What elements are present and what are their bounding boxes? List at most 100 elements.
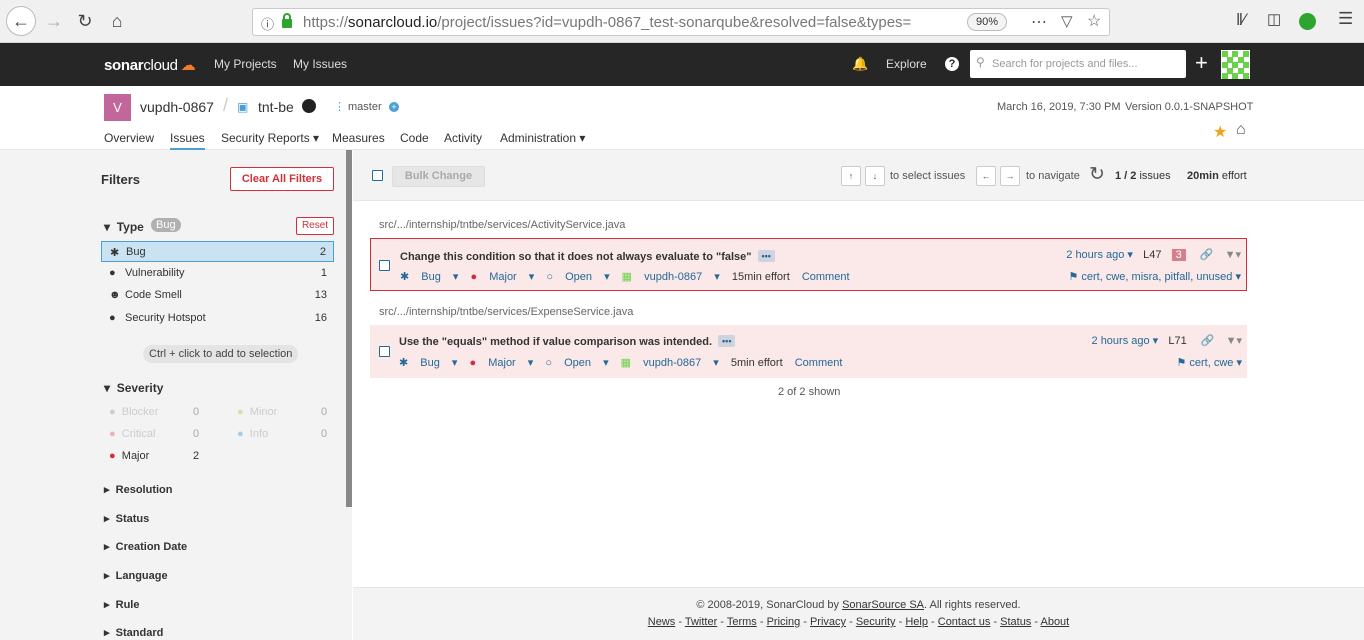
nav-explore[interactable]: Explore [886, 57, 927, 71]
footer-link-security[interactable]: Security [856, 616, 896, 628]
facet-creation-date-header[interactable]: ▸ Creation Date [104, 540, 187, 553]
facet-severity-header[interactable]: ▾ Severity [104, 381, 163, 395]
facet-rule-header[interactable]: ▸ Rule [104, 598, 139, 611]
home-project-icon[interactable]: ⌂ [1236, 121, 1246, 139]
issue-message[interactable]: Use the "equals" method if value compari… [399, 335, 736, 348]
footer-link-status[interactable]: Status [1000, 616, 1031, 628]
component-path[interactable]: src/.../internship/tntbe/services/Activi… [379, 219, 625, 231]
permalink-icon[interactable]: 🔗 [1201, 335, 1215, 347]
nav-my-projects[interactable]: My Projects [214, 57, 277, 71]
user-avatar[interactable] [1221, 50, 1250, 79]
issue-assignee-dropdown[interactable]: ▦ vupdh-0867 ▾ [621, 357, 719, 369]
footer-link-contact[interactable]: Contact us [938, 616, 991, 628]
organization-link[interactable]: vupdh-0867 [140, 99, 214, 115]
facet-type-header[interactable]: ▾ Type [104, 220, 144, 234]
facet-type-vulnerability[interactable]: ● Vulnerability 1 [101, 263, 334, 284]
issue-checkbox[interactable] [379, 260, 390, 271]
sidebar-toggle-icon[interactable]: ◫ [1267, 10, 1281, 28]
component-path[interactable]: src/.../internship/tntbe/services/Expens… [379, 306, 633, 318]
issue-age[interactable]: 2 hours ago ▾ [1066, 249, 1133, 261]
back-icon[interactable]: ← [6, 6, 36, 36]
select-all-checkbox[interactable] [372, 170, 383, 181]
zoom-level[interactable]: 90% [967, 13, 1008, 31]
issue-locations-badge[interactable]: 3 [1171, 249, 1186, 261]
info-icon[interactable]: ⓘ [261, 14, 274, 33]
tab-code[interactable]: Code [400, 131, 429, 145]
sonarsource-link[interactable]: SonarSource SA [842, 599, 924, 611]
tab-administration[interactable]: Administration ▾ [500, 131, 585, 145]
tab-overview[interactable]: Overview [104, 131, 154, 145]
type-reset-button[interactable]: Reset [296, 217, 334, 235]
issue-severity-dropdown[interactable]: ● Major ▾ [471, 271, 535, 283]
notifications-bell-icon[interactable]: 🔔 [852, 56, 868, 72]
footer-link-twitter[interactable]: Twitter [685, 616, 717, 628]
footer-link-news[interactable]: News [648, 616, 676, 628]
footer-link-about[interactable]: About [1040, 616, 1069, 628]
nav-my-issues[interactable]: My Issues [293, 57, 347, 71]
footer-link-help[interactable]: Help [905, 616, 928, 628]
issue-card[interactable]: Change this condition so that it does no… [370, 238, 1247, 291]
branch-name[interactable]: master [348, 101, 382, 113]
help-icon[interactable]: ? [945, 57, 959, 71]
reload-issues-icon[interactable]: ↻ [1089, 163, 1105, 186]
extension-icon[interactable] [1299, 13, 1316, 30]
github-icon[interactable] [302, 99, 316, 113]
facet-severity-major[interactable]: ● Major [109, 450, 149, 462]
home-icon[interactable]: ⌂ [104, 8, 130, 34]
sidebar-scrollbar[interactable] [346, 150, 352, 507]
facet-type-code-smell[interactable]: ☻ Code Smell 13 [101, 285, 334, 306]
branch-add-icon[interactable]: + [389, 102, 399, 112]
issue-comment-link[interactable]: Comment [802, 271, 850, 283]
tab-security-reports[interactable]: Security Reports ▾ [221, 131, 319, 145]
issue-comment-link[interactable]: Comment [795, 357, 843, 369]
bookmark-star-icon[interactable]: ☆ [1087, 11, 1101, 31]
more-icon[interactable]: ••• [718, 335, 736, 347]
favorite-star-icon[interactable]: ★ [1213, 122, 1227, 142]
issue-tags[interactable]: ⚑ cert, cwe ▾ [1176, 356, 1242, 369]
filter-similar-icon[interactable]: ▼▾ [1226, 335, 1242, 347]
clear-all-filters-button[interactable]: Clear All Filters [230, 167, 334, 191]
global-search-input[interactable]: ⚲ Search for projects and files... [970, 50, 1186, 78]
issue-age[interactable]: 2 hours ago ▾ [1092, 335, 1159, 347]
facet-standard-header[interactable]: ▸ Standard [104, 626, 163, 639]
filter-similar-icon[interactable]: ▼▾ [1225, 249, 1241, 261]
facet-resolution-header[interactable]: ▸ Resolution [104, 483, 172, 496]
issue-message[interactable]: Change this condition so that it does no… [400, 250, 775, 263]
facet-severity-critical[interactable]: ● Critical [109, 428, 155, 440]
tab-measures[interactable]: Measures [332, 131, 385, 145]
tab-issues[interactable]: Issues [170, 131, 205, 150]
plus-icon[interactable]: + [1195, 50, 1208, 76]
facet-severity-info[interactable]: ● Info [237, 428, 268, 440]
facet-language-header[interactable]: ▸ Language [104, 569, 168, 582]
tab-activity[interactable]: Activity [444, 131, 482, 145]
facet-severity-minor[interactable]: ● Minor [237, 406, 277, 418]
footer-link-pricing[interactable]: Pricing [767, 616, 801, 628]
bulk-change-button[interactable]: Bulk Change [392, 166, 485, 187]
page-actions-icon[interactable]: ⋯ [1031, 12, 1047, 32]
pocket-icon[interactable]: ▽ [1061, 12, 1073, 30]
facet-severity-blocker[interactable]: ● Blocker [109, 406, 158, 418]
facet-type-security-hotspot[interactable]: ● Security Hotspot 16 [101, 308, 334, 329]
facet-status-header[interactable]: ▸ Status [104, 512, 149, 525]
issue-status-dropdown[interactable]: ○ Open ▾ [545, 357, 608, 369]
footer-link-privacy[interactable]: Privacy [810, 616, 846, 628]
footer-link-terms[interactable]: Terms [727, 616, 757, 628]
issue-status-dropdown[interactable]: ○ Open ▾ [546, 271, 609, 283]
menu-icon[interactable]: ☰ [1338, 9, 1353, 29]
library-icon[interactable]: ‖⁄ [1236, 10, 1246, 30]
organization-avatar[interactable]: V [104, 94, 131, 121]
forward-icon[interactable]: → [41, 8, 67, 34]
issue-tags[interactable]: ⚑ cert, cwe, misra, pitfall, unused ▾ [1068, 270, 1241, 283]
address-bar[interactable]: ⓘ https://sonarcloud.io/project/issues?i… [252, 8, 1110, 36]
issue-assignee-dropdown[interactable]: ▦ vupdh-0867 ▾ [622, 271, 720, 283]
reload-icon[interactable]: ↻ [72, 8, 98, 34]
more-icon[interactable]: ••• [757, 250, 775, 262]
permalink-icon[interactable]: 🔗 [1200, 249, 1214, 261]
project-name[interactable]: tnt-be [258, 99, 294, 115]
sonarcloud-logo[interactable]: sonarcloud ☁ [104, 56, 196, 74]
issue-checkbox[interactable] [379, 346, 390, 357]
issue-card[interactable]: Use the "equals" method if value compari… [370, 325, 1247, 378]
issue-severity-dropdown[interactable]: ● Major ▾ [470, 357, 534, 369]
facet-type-bug[interactable]: ✱ Bug 2 [101, 241, 334, 262]
issue-type-dropdown[interactable]: ✱ Bug ▾ [399, 357, 457, 369]
